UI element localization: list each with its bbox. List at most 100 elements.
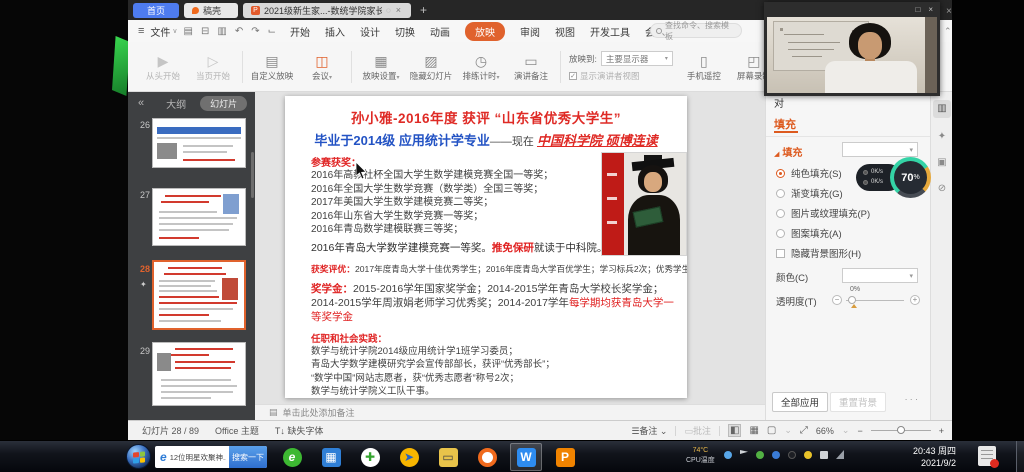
ribbon-phone-remote[interactable]: ▯手机遥控 bbox=[679, 52, 729, 82]
taskbar-search-widget[interactable]: e 12位明星欢聚神... 搜索一下 bbox=[155, 446, 267, 468]
fill-section-header[interactable]: ◢填充 bbox=[774, 144, 802, 159]
option-picture-fill[interactable]: 图片或纹理填充(P) bbox=[776, 206, 870, 220]
notes-toggle[interactable]: ☰备注 ⌄ bbox=[631, 424, 667, 437]
menu-insert[interactable]: 插入 bbox=[325, 24, 345, 39]
command-search-input[interactable]: 查找命令、搜索模板 bbox=[650, 23, 742, 38]
tab-docer[interactable]: 稿壳 bbox=[184, 3, 238, 18]
ribbon-rehearse-timing[interactable]: ◷排练计时▾ bbox=[456, 52, 506, 82]
beautify-strip-icon[interactable]: ✦ bbox=[933, 128, 951, 146]
menu-view[interactable]: 视图 bbox=[555, 24, 575, 39]
taskbar-orange-app[interactable] bbox=[471, 443, 503, 471]
apply-all-button[interactable]: 全部应用 bbox=[772, 392, 828, 412]
normal-view-icon[interactable]: ◧ bbox=[728, 424, 741, 437]
overlay-close-icon[interactable]: × bbox=[946, 6, 952, 17]
color-select[interactable]: ▾ bbox=[842, 268, 918, 283]
ribbon-show-settings[interactable]: ▦放映设置▾ bbox=[356, 52, 406, 82]
maximize-icon[interactable]: □ bbox=[915, 5, 920, 14]
slide-thumbnail-28-selected[interactable] bbox=[152, 260, 246, 330]
taskbar-messenger[interactable]: ➤ bbox=[393, 443, 425, 471]
slide-thumbnail-26[interactable] bbox=[152, 118, 246, 168]
outline-tab[interactable]: 大纲 bbox=[166, 96, 186, 111]
reading-view-icon[interactable]: ▢ bbox=[767, 425, 776, 436]
missing-font-indicator[interactable]: T↓ 缺失字体 bbox=[275, 424, 324, 437]
show-desktop-button[interactable] bbox=[1016, 441, 1024, 472]
zoom-level[interactable]: 66% bbox=[816, 426, 834, 436]
overlay-collapse-icon[interactable]: ⌃ bbox=[944, 26, 952, 37]
ribbon-meeting[interactable]: ◫会议▾ bbox=[297, 52, 347, 82]
taskbar-media-player[interactable]: ▦ bbox=[315, 443, 347, 471]
option-hide-background[interactable]: 隐藏背景图形(H) bbox=[776, 246, 861, 260]
close-icon[interactable]: × bbox=[928, 5, 933, 14]
taskbar-wpp-doc[interactable]: P bbox=[549, 443, 581, 471]
properties-strip-icon[interactable]: ▥ bbox=[933, 100, 951, 118]
ribbon-from-beginning[interactable]: ▶从头开始 bbox=[138, 52, 188, 82]
theme-indicator[interactable]: Office 主题 bbox=[215, 424, 259, 437]
notification-icon[interactable] bbox=[978, 446, 996, 466]
tab-document[interactable]: P 2021级新生家...-数统学院家长会 ◌ × bbox=[243, 3, 411, 18]
menu-start[interactable]: 开始 bbox=[290, 24, 310, 39]
taskbar-clock[interactable]: 20:43 周四 2021/9/2 bbox=[913, 445, 956, 469]
menu-design[interactable]: 设计 bbox=[360, 24, 380, 39]
tab-home[interactable]: 首页 bbox=[133, 3, 179, 18]
ribbon-speaker-notes[interactable]: ▭演讲备注 bbox=[506, 52, 556, 82]
tray-icon-blue[interactable] bbox=[724, 451, 732, 459]
zoom-slider-knob[interactable] bbox=[897, 426, 905, 434]
taskbar-search-button[interactable]: 搜索一下 bbox=[229, 446, 267, 468]
cpu-temperature[interactable]: 74°C CPU温度 bbox=[686, 446, 715, 466]
tab-close-icon[interactable]: × bbox=[396, 5, 401, 15]
menu-slideshow-active[interactable]: 放映 bbox=[465, 22, 505, 41]
slider-minus-button[interactable]: − bbox=[832, 295, 842, 305]
redo-icon[interactable]: ↷ bbox=[251, 26, 259, 37]
display-select[interactable]: 主要显示器▾ bbox=[601, 51, 673, 66]
taskbar-wps-active[interactable]: W bbox=[510, 443, 542, 471]
menu-transition[interactable]: 切换 bbox=[395, 24, 415, 39]
option-solid-fill[interactable]: 纯色填充(S) bbox=[776, 166, 842, 180]
sorter-view-icon[interactable]: ▦ bbox=[749, 425, 758, 436]
slide-thumbnail-27[interactable] bbox=[152, 188, 246, 246]
help-strip-icon[interactable]: ⊘ bbox=[933, 180, 951, 198]
slide-thumbnail-29[interactable] bbox=[152, 342, 246, 406]
zoom-slider[interactable] bbox=[871, 430, 931, 431]
comments-toggle[interactable]: ▭批注 bbox=[684, 424, 711, 437]
network-signal-icon[interactable] bbox=[836, 450, 844, 459]
menu-devtools[interactable]: 开发工具 bbox=[590, 24, 630, 39]
layout-strip-icon[interactable]: ▣ bbox=[933, 154, 951, 172]
thumbnail-scrollbar[interactable] bbox=[251, 152, 254, 198]
notes-bar[interactable]: ▤ 单击此处添加备注 bbox=[255, 404, 765, 420]
tray-icon-dark[interactable] bbox=[788, 451, 796, 459]
print-icon[interactable]: ⊟ bbox=[201, 26, 209, 37]
fill-preset-select[interactable]: ▾ bbox=[842, 142, 918, 157]
fill-tab[interactable]: 填充 bbox=[774, 116, 796, 132]
slider-plus-button[interactable]: + bbox=[910, 295, 920, 305]
collapse-panel-icon[interactable]: « bbox=[138, 97, 144, 109]
fit-slide-icon[interactable]: ⤢ bbox=[800, 425, 808, 436]
option-gradient-fill[interactable]: 渐变填充(G) bbox=[776, 186, 843, 200]
presenter-view-checkbox[interactable]: ✓ bbox=[569, 72, 577, 80]
zoom-in-button[interactable]: + bbox=[939, 426, 944, 436]
tray-eye-icon[interactable] bbox=[804, 451, 812, 459]
more-options[interactable]: ··· bbox=[905, 394, 921, 405]
start-button[interactable] bbox=[126, 444, 151, 469]
tray-icon-green[interactable] bbox=[756, 451, 764, 459]
taskbar-browser-green[interactable]: e bbox=[276, 443, 308, 471]
slider-knob[interactable] bbox=[848, 296, 856, 304]
ribbon-hide-slide[interactable]: ▨隐藏幻灯片 bbox=[406, 52, 456, 82]
save-icon[interactable]: ▤ bbox=[184, 26, 193, 37]
volume-icon[interactable] bbox=[820, 451, 828, 459]
transparency-slider[interactable]: − 0% + bbox=[832, 293, 920, 307]
new-tab-button[interactable]: + bbox=[420, 3, 427, 17]
preview-icon[interactable]: ▥ bbox=[217, 26, 226, 37]
tray-flag-icon[interactable] bbox=[740, 450, 748, 459]
undo-icon[interactable]: ↶ bbox=[235, 26, 243, 37]
accelerator-gauge[interactable]: 70% bbox=[890, 157, 931, 198]
bluetooth-icon[interactable] bbox=[772, 451, 780, 459]
reset-background-button[interactable]: 重置背景 bbox=[830, 392, 886, 412]
taskbar-security-tool[interactable]: ✚ bbox=[354, 443, 386, 471]
slide-28[interactable]: 孙小雅-2016年度 获评 “山东省优秀大学生” 毕业于2014级 应用统计学专… bbox=[285, 96, 687, 398]
ribbon-from-current[interactable]: ▷当页开始 bbox=[188, 52, 238, 82]
slides-tab[interactable]: 幻灯片 bbox=[200, 96, 247, 111]
view-caret-icon[interactable]: ⌄ bbox=[784, 425, 792, 436]
hamburger-icon[interactable]: ≡ bbox=[138, 25, 144, 37]
video-call-window[interactable]: □ × bbox=[764, 2, 940, 96]
ribbon-custom-show[interactable]: ▤自定义放映 bbox=[247, 52, 297, 82]
